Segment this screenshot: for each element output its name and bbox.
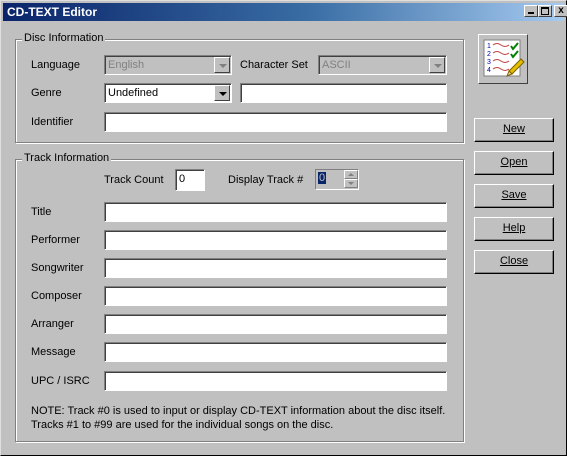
track-note: NOTE: Track #0 is used to input or displ… [31, 404, 461, 432]
songwriter-label: Songwriter [31, 262, 84, 274]
title-bar[interactable]: CD-TEXT Editor x [3, 3, 567, 21]
note-line-1: NOTE: Track #0 is used to input or displ… [31, 405, 446, 417]
note-line-2: Tracks #1 to #99 are used for the indivi… [31, 419, 334, 431]
close-window-button[interactable]: x [554, 5, 567, 17]
message-field[interactable] [104, 342, 447, 362]
display-track-spinner[interactable]: 0 [315, 169, 359, 190]
checklist-icon: 1 2 3 4 [478, 34, 528, 84]
title-label: Title [31, 206, 52, 218]
language-label: Language [31, 59, 80, 71]
open-button[interactable]: Open [474, 151, 554, 175]
genre-label: Genre [31, 87, 62, 99]
window-title: CD-TEXT Editor [7, 5, 97, 19]
svg-text:4: 4 [487, 67, 491, 74]
songwriter-field[interactable] [104, 258, 447, 278]
identifier-label: Identifier [31, 116, 74, 128]
track-count-field[interactable]: 0 [175, 169, 205, 191]
identifier-field[interactable] [104, 112, 447, 132]
chevron-down-icon [214, 85, 230, 101]
upc-isrc-field[interactable] [104, 371, 447, 391]
performer-field[interactable] [104, 230, 447, 250]
genre-text-field[interactable] [240, 83, 447, 103]
genre-value: Undefined [108, 87, 159, 99]
display-track-label: Display Track # [228, 174, 304, 186]
performer-label: Performer [31, 234, 80, 246]
minimize-button[interactable] [524, 5, 538, 17]
message-label: Message [31, 346, 76, 358]
cd-text-editor-window: CD-TEXT Editor x Disc Information Langua… [0, 0, 567, 456]
svg-text:2: 2 [487, 51, 491, 58]
character-set-label: Character Set [240, 59, 308, 71]
close-button[interactable]: Close [474, 250, 554, 274]
language-select[interactable]: English [104, 55, 232, 75]
checklist-icon-graphic: 1 2 3 4 [483, 39, 525, 77]
chevron-down-icon [429, 57, 445, 73]
svg-text:3: 3 [487, 59, 491, 66]
track-information-label: Track Information [22, 152, 112, 164]
maximize-button[interactable] [538, 5, 552, 17]
disc-information-label: Disc Information [22, 32, 106, 44]
svg-text:1: 1 [487, 43, 491, 50]
title-field[interactable] [104, 202, 447, 222]
help-button[interactable]: Help [474, 217, 554, 241]
display-track-value[interactable]: 0 [318, 172, 327, 184]
composer-label: Composer [31, 290, 82, 302]
chevron-down-icon [214, 57, 230, 73]
spin-up-icon[interactable] [344, 170, 358, 179]
new-button[interactable]: New [474, 118, 554, 142]
save-button[interactable]: Save [474, 184, 554, 208]
character-set-value: ASCII [322, 59, 351, 71]
composer-field[interactable] [104, 286, 447, 306]
upc-isrc-label: UPC / ISRC [31, 375, 90, 387]
track-count-label: Track Count [104, 174, 164, 186]
genre-select[interactable]: Undefined [104, 83, 232, 103]
spin-down-icon[interactable] [344, 179, 358, 188]
language-value: English [108, 59, 145, 71]
arranger-label: Arranger [31, 318, 74, 330]
arranger-field[interactable] [104, 314, 447, 334]
character-set-select[interactable]: ASCII [318, 55, 447, 75]
